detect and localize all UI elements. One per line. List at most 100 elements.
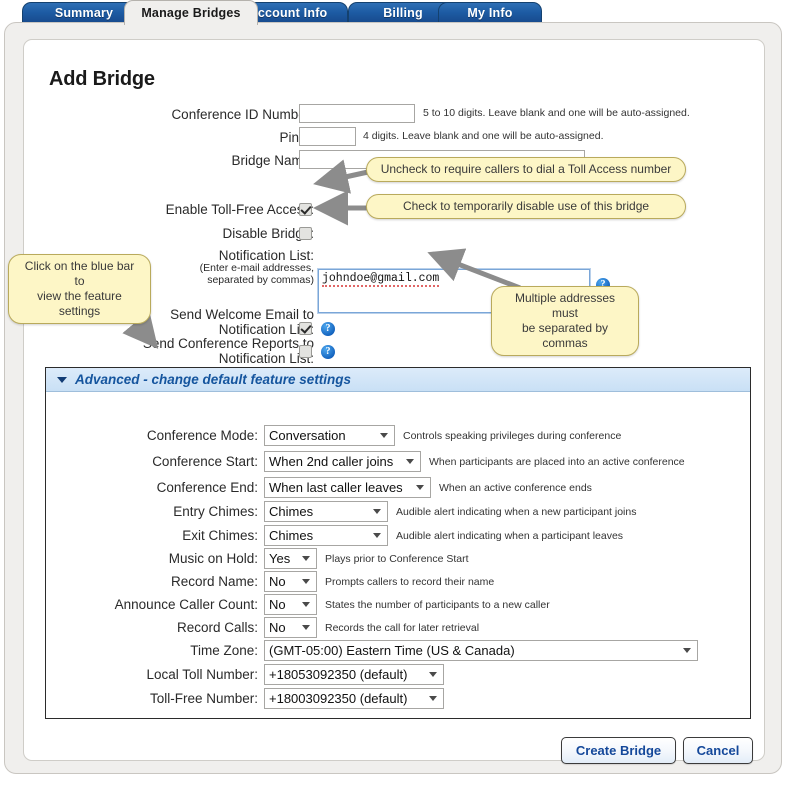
advanced-row-select[interactable]: No bbox=[264, 571, 317, 592]
send-conference-reports-checkbox[interactable] bbox=[299, 345, 312, 358]
callout-blue-bar-line2: view the feature settings bbox=[37, 289, 122, 318]
tab-account-info-label: Account Info bbox=[248, 6, 328, 20]
cancel-button[interactable]: Cancel bbox=[683, 737, 753, 764]
advanced-row-label: Time Zone: bbox=[190, 643, 258, 658]
chevron-down-icon bbox=[57, 377, 67, 383]
chevron-down-icon bbox=[302, 556, 310, 561]
advanced-row-label: Record Calls: bbox=[176, 620, 258, 635]
tab-manage-bridges-label: Manage Bridges bbox=[141, 6, 241, 20]
cancel-label: Cancel bbox=[696, 743, 740, 758]
advanced-row-select-value: When last caller leaves bbox=[269, 480, 403, 495]
advanced-row-hint: Plays prior to Conference Start bbox=[325, 553, 469, 565]
advanced-row-hint: Controls speaking privileges during conf… bbox=[403, 430, 622, 442]
create-bridge-button[interactable]: Create Bridge bbox=[561, 737, 676, 764]
chevron-down-icon bbox=[429, 672, 437, 677]
send-welcome-email-label-2: Notification List: bbox=[218, 322, 314, 337]
send-conference-reports-label-1: Send Conference Reports to bbox=[142, 336, 314, 351]
callout-notification: Multiple addresses must be separated by … bbox=[491, 286, 639, 356]
advanced-row-label: Music on Hold: bbox=[168, 551, 258, 566]
content-panel: Add Bridge Conference ID Number: 5 to 10… bbox=[23, 39, 765, 764]
advanced-row-select-value: +18053092350 (default) bbox=[269, 667, 408, 682]
enable-toll-free-checkbox[interactable] bbox=[299, 203, 312, 216]
advanced-row-select[interactable]: Chimes bbox=[264, 525, 388, 546]
advanced-row-label: Toll-Free Number: bbox=[149, 691, 258, 706]
conference-id-label: Conference ID Number: bbox=[171, 107, 314, 122]
advanced-row-select-value: No bbox=[269, 574, 286, 589]
advanced-row-label: Entry Chimes: bbox=[173, 504, 258, 519]
advanced-row-label: Local Toll Number: bbox=[146, 667, 258, 682]
callout-blue-bar-line1: Click on the blue bar to bbox=[24, 259, 135, 288]
advanced-row-select-value: No bbox=[269, 597, 286, 612]
notification-list-value: johndoe@gmail.com bbox=[322, 272, 440, 287]
advanced-row-hint: States the number of participants to a n… bbox=[325, 599, 550, 611]
advanced-row-hint: When participants are placed into an act… bbox=[429, 456, 685, 468]
callout-toll-free-text: Uncheck to require callers to dial a Tol… bbox=[380, 162, 672, 176]
tab-my-info[interactable]: My Info bbox=[438, 2, 542, 24]
advanced-row-select[interactable]: (GMT-05:00) Eastern Time (US & Canada) bbox=[264, 640, 698, 661]
disable-bridge-checkbox[interactable] bbox=[299, 227, 312, 240]
callout-notification-line2: be separated by commas bbox=[521, 321, 609, 350]
advanced-row-select[interactable]: +18003092350 (default) bbox=[264, 688, 444, 709]
callout-disable-bridge: Check to temporarily disable use of this… bbox=[366, 194, 686, 219]
main-tab-bar: Summary Manage Bridges Account Info Bill… bbox=[0, 0, 793, 25]
outer-panel: Add Bridge Conference ID Number: 5 to 10… bbox=[4, 22, 782, 774]
pin-hint: 4 digits. Leave blank and one will be au… bbox=[363, 130, 604, 142]
advanced-settings-header[interactable]: Advanced - change default feature settin… bbox=[46, 368, 750, 392]
chevron-down-icon bbox=[373, 533, 381, 538]
page-title: Add Bridge bbox=[49, 68, 155, 90]
send-conference-reports-help-icon[interactable]: ? bbox=[321, 345, 335, 359]
chevron-down-icon bbox=[406, 459, 414, 464]
chevron-down-icon bbox=[302, 579, 310, 584]
callout-disable-bridge-text: Check to temporarily disable use of this… bbox=[402, 199, 650, 213]
tab-summary-label: Summary bbox=[54, 6, 114, 20]
advanced-row-select[interactable]: When 2nd caller joins bbox=[264, 451, 421, 472]
chevron-down-icon bbox=[380, 433, 388, 438]
chevron-down-icon bbox=[302, 625, 310, 630]
send-welcome-email-help-icon[interactable]: ? bbox=[321, 322, 335, 336]
advanced-row-select-value: No bbox=[269, 620, 286, 635]
app-page: Summary Manage Bridges Account Info Bill… bbox=[0, 0, 793, 791]
tab-my-info-label: My Info bbox=[467, 6, 513, 20]
pin-input[interactable] bbox=[299, 127, 356, 146]
disable-bridge-label: Disable Bridge: bbox=[222, 226, 314, 241]
advanced-row-select-value: Yes bbox=[269, 551, 291, 566]
tab-manage-bridges[interactable]: Manage Bridges bbox=[124, 0, 258, 25]
create-bridge-label: Create Bridge bbox=[575, 743, 662, 758]
advanced-row-hint: Records the call for later retrieval bbox=[325, 622, 480, 634]
advanced-row-select[interactable]: Chimes bbox=[264, 501, 388, 522]
advanced-row-select[interactable]: +18053092350 (default) bbox=[264, 664, 444, 685]
callout-toll-free: Uncheck to require callers to dial a Tol… bbox=[366, 157, 686, 182]
advanced-row-label: Announce Caller Count: bbox=[114, 597, 258, 612]
advanced-row-select[interactable]: No bbox=[264, 594, 317, 615]
advanced-row-select[interactable]: No bbox=[264, 617, 317, 638]
advanced-row-select-value: Chimes bbox=[269, 528, 314, 543]
advanced-row-label: Exit Chimes: bbox=[182, 528, 258, 543]
advanced-row-select-value: (GMT-05:00) Eastern Time (US & Canada) bbox=[269, 643, 515, 658]
callout-blue-bar: Click on the blue bar to view the featur… bbox=[8, 254, 151, 324]
advanced-row-label: Conference End: bbox=[156, 480, 258, 495]
advanced-row-hint: Prompts callers to record their name bbox=[325, 576, 495, 588]
enable-toll-free-label: Enable Toll-Free Access: bbox=[165, 202, 314, 217]
send-conference-reports-label-2: Notification List: bbox=[218, 351, 314, 366]
advanced-settings-title: Advanced - change default feature settin… bbox=[75, 372, 352, 387]
advanced-row-select[interactable]: When last caller leaves bbox=[264, 477, 431, 498]
chevron-down-icon bbox=[683, 648, 691, 653]
conference-id-input[interactable] bbox=[299, 104, 415, 123]
advanced-row-select-value: When 2nd caller joins bbox=[269, 454, 394, 469]
chevron-down-icon bbox=[416, 485, 424, 490]
conference-id-hint: 5 to 10 digits. Leave blank and one will… bbox=[423, 107, 690, 119]
pin-label: Pin #: bbox=[279, 130, 314, 145]
advanced-row-hint: When an active conference ends bbox=[439, 482, 592, 494]
advanced-settings-panel: Advanced - change default feature settin… bbox=[45, 367, 751, 719]
advanced-row-select-value: Chimes bbox=[269, 504, 314, 519]
advanced-row-hint: Audible alert indicating when a new part… bbox=[396, 506, 637, 518]
advanced-row-label: Conference Mode: bbox=[146, 428, 258, 443]
chevron-down-icon bbox=[429, 696, 437, 701]
advanced-row-label: Record Name: bbox=[170, 574, 258, 589]
tab-billing-label: Billing bbox=[383, 6, 423, 20]
advanced-row-select[interactable]: Yes bbox=[264, 548, 317, 569]
chevron-down-icon bbox=[302, 602, 310, 607]
advanced-row-select[interactable]: Conversation bbox=[264, 425, 395, 446]
send-welcome-email-checkbox[interactable] bbox=[299, 322, 312, 335]
bridge-name-label: Bridge Name: bbox=[231, 153, 314, 168]
